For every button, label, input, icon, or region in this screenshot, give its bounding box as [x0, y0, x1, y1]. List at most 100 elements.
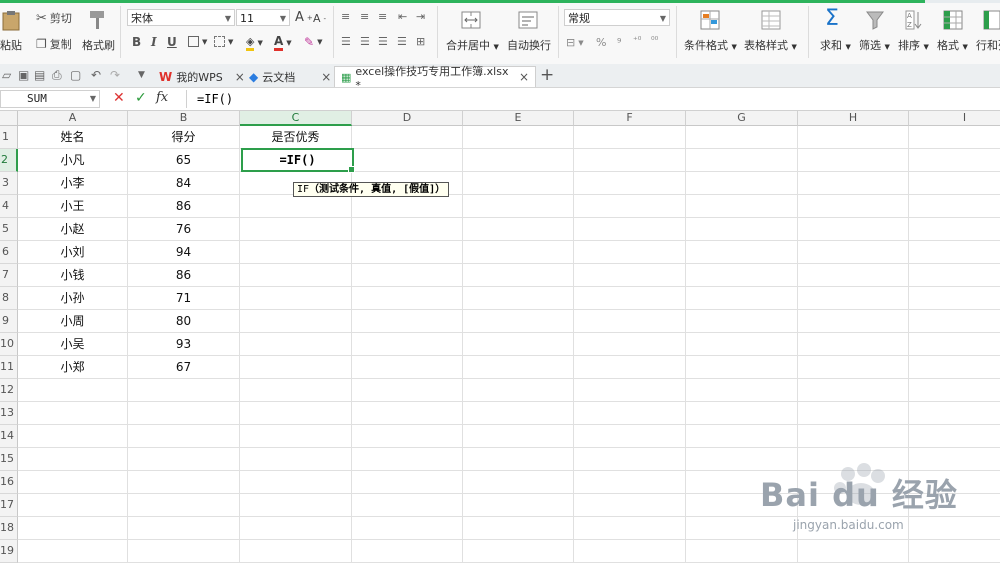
cell-e13[interactable] — [463, 402, 574, 425]
cell-c14[interactable] — [240, 425, 352, 448]
cell-c11[interactable] — [240, 356, 352, 379]
cell-a8[interactable]: 小孙 — [18, 287, 128, 310]
cell-f7[interactable] — [574, 264, 686, 287]
cell-d8[interactable] — [352, 287, 463, 310]
cell-e1[interactable] — [463, 126, 574, 149]
cell-i2[interactable] — [909, 149, 1000, 172]
row-header-10[interactable]: 10 — [0, 333, 18, 356]
column-header-d[interactable]: D — [352, 111, 463, 126]
cell-d10[interactable] — [352, 333, 463, 356]
print-icon[interactable]: ⎙ — [52, 68, 62, 83]
cell-g12[interactable] — [686, 379, 798, 402]
cell-f19[interactable] — [574, 540, 686, 563]
cell-b19[interactable] — [128, 540, 240, 563]
cell-i19[interactable] — [909, 540, 1000, 563]
cell-e14[interactable] — [463, 425, 574, 448]
cell-f15[interactable] — [574, 448, 686, 471]
cell-d13[interactable] — [352, 402, 463, 425]
cell-a6[interactable]: 小刘 — [18, 241, 128, 264]
cell-c18[interactable] — [240, 517, 352, 540]
column-header-e[interactable]: E — [463, 111, 574, 126]
row-header-19[interactable]: 19 — [0, 540, 18, 563]
cell-d15[interactable] — [352, 448, 463, 471]
cell-c12[interactable] — [240, 379, 352, 402]
cell-d9[interactable] — [352, 310, 463, 333]
cell-i13[interactable] — [909, 402, 1000, 425]
font-color-button[interactable]: A ▼ — [274, 34, 292, 51]
cell-g9[interactable] — [686, 310, 798, 333]
cell-h9[interactable] — [798, 310, 909, 333]
new-tab-icon[interactable]: + — [540, 65, 554, 85]
cell-i1[interactable] — [909, 126, 1000, 149]
cell-i4[interactable] — [909, 195, 1000, 218]
cell-f17[interactable] — [574, 494, 686, 517]
percent-button[interactable]: % — [596, 36, 606, 49]
cell-b15[interactable] — [128, 448, 240, 471]
cell-h12[interactable] — [798, 379, 909, 402]
cell-h13[interactable] — [798, 402, 909, 425]
cell-e8[interactable] — [463, 287, 574, 310]
cell-c7[interactable] — [240, 264, 352, 287]
row-header-3[interactable]: 3 — [0, 172, 18, 195]
cell-g5[interactable] — [686, 218, 798, 241]
grow-font-button[interactable]: A + — [295, 10, 313, 25]
wrap-text-button[interactable]: 自动换行 — [507, 37, 551, 53]
cell-i5[interactable] — [909, 218, 1000, 241]
cell-h19[interactable] — [798, 540, 909, 563]
cell-a10[interactable]: 小吴 — [18, 333, 128, 356]
cell-f9[interactable] — [574, 310, 686, 333]
cell-g7[interactable] — [686, 264, 798, 287]
cell-a4[interactable]: 小王 — [18, 195, 128, 218]
row-header-12[interactable]: 12 — [0, 379, 18, 402]
cell-f10[interactable] — [574, 333, 686, 356]
cell-b6[interactable]: 94 — [128, 241, 240, 264]
row-header-2[interactable]: 2 — [0, 149, 18, 172]
cell-e15[interactable] — [463, 448, 574, 471]
row-header-14[interactable]: 14 — [0, 425, 18, 448]
customize-dropdown-icon[interactable]: ▼ — [138, 70, 145, 80]
cell-c17[interactable] — [240, 494, 352, 517]
cell-f13[interactable] — [574, 402, 686, 425]
cell-h3[interactable] — [798, 172, 909, 195]
merge-center-button[interactable]: 合并居中 ▼ — [446, 37, 499, 53]
row-header-18[interactable]: 18 — [0, 517, 18, 540]
cell-g8[interactable] — [686, 287, 798, 310]
row-header-16[interactable]: 16 — [0, 471, 18, 494]
conditional-format-icon[interactable] — [699, 9, 721, 31]
cell-h2[interactable] — [798, 149, 909, 172]
decrease-decimal-icon[interactable]: ⁰⁰ — [651, 36, 658, 46]
cell-b18[interactable] — [128, 517, 240, 540]
column-header-f[interactable]: F — [574, 111, 686, 126]
redo-icon[interactable]: ↷ — [110, 68, 120, 82]
fill-handle[interactable] — [348, 166, 355, 173]
cell-c9[interactable] — [240, 310, 352, 333]
cell-f16[interactable] — [574, 471, 686, 494]
column-header-g[interactable]: G — [686, 111, 798, 126]
increase-decimal-icon[interactable]: ⁺⁰ — [633, 36, 641, 46]
clear-format-button[interactable]: ✎ ▼ — [304, 35, 322, 49]
row-header-1[interactable]: 1 — [0, 126, 18, 149]
cell-f8[interactable] — [574, 287, 686, 310]
cell-g2[interactable] — [686, 149, 798, 172]
print-preview-icon[interactable]: ▢ — [70, 68, 81, 82]
cell-b3[interactable]: 84 — [128, 172, 240, 195]
cell-a18[interactable] — [18, 517, 128, 540]
cell-d16[interactable] — [352, 471, 463, 494]
row-header-15[interactable]: 15 — [0, 448, 18, 471]
cell-d6[interactable] — [352, 241, 463, 264]
cell-e17[interactable] — [463, 494, 574, 517]
cell-h1[interactable] — [798, 126, 909, 149]
cancel-formula-icon[interactable]: ✕ — [113, 90, 125, 106]
cell-b1[interactable]: 得分 — [128, 126, 240, 149]
cell-c19[interactable] — [240, 540, 352, 563]
cell-f6[interactable] — [574, 241, 686, 264]
cell-a12[interactable] — [18, 379, 128, 402]
export-pdf-icon[interactable]: ▤ — [34, 68, 45, 82]
paste-button[interactable]: 粘贴 — [0, 37, 22, 53]
conditional-format-button[interactable]: 条件格式 ▼ — [684, 37, 737, 53]
distributed-icon[interactable]: ⊞ — [416, 35, 425, 48]
cell-c6[interactable] — [240, 241, 352, 264]
tab-workbook[interactable]: ▦ excel操作技巧专用工作簿.xlsx * × — [334, 65, 536, 92]
cell-a11[interactable]: 小郑 — [18, 356, 128, 379]
close-icon[interactable]: × — [519, 70, 529, 84]
